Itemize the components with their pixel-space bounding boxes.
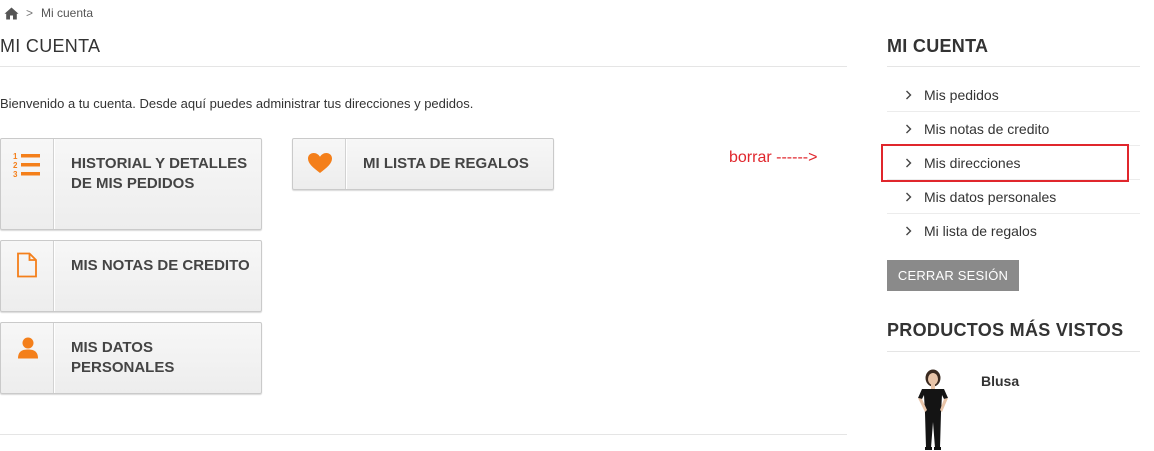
- order-history-label: HISTORIAL Y DETALLES DE MIS PEDIDOS: [71, 155, 248, 192]
- most-viewed-title: PRODUCTOS MÁS VISTOS: [887, 320, 1124, 340]
- chevron-right-icon: [906, 226, 912, 236]
- chevron-right-icon: [906, 90, 912, 99]
- ordered-list-icon: 1 2 3: [13, 152, 40, 178]
- sidebar-item-addresses[interactable]: Mis direcciones: [887, 146, 1140, 180]
- logout-button[interactable]: CERRAR SESIÓN: [887, 260, 1019, 291]
- page-title: MI CUENTA: [0, 36, 101, 56]
- bottom-divider: [0, 434, 847, 435]
- sidebar-item-credit-notes[interactable]: Mis notas de credito: [887, 112, 1140, 146]
- sidebar-menu: Mis pedidos Mis notas de credito Mis dir…: [887, 78, 1140, 248]
- gift-list-label: MI LISTA DE REGALOS: [363, 155, 529, 172]
- svg-text:1: 1: [13, 152, 18, 161]
- most-viewed-divider: [887, 351, 1140, 352]
- document-icon: [17, 252, 37, 278]
- delete-annotation: borrar ------>: [729, 149, 818, 166]
- personal-data-label: MIS DATOS PERSONALES: [71, 339, 175, 376]
- sidebar-title: MI CUENTA: [887, 36, 989, 56]
- account-main: MI CUENTA Bienvenido a tu cuenta. Desde …: [0, 0, 847, 451]
- credit-notes-label: MIS NOTAS DE CREDITO: [71, 257, 250, 274]
- account-sidebar: MI CUENTA Mis pedidos Mis notas de credi…: [887, 0, 1140, 451]
- sidebar-item-label: Mis notas de credito: [924, 120, 1050, 137]
- personal-data-button[interactable]: MIS DATOS PERSONALES: [0, 322, 262, 394]
- heart-icon: [308, 153, 332, 173]
- order-history-button[interactable]: 1 2 3 HISTORIAL Y DETALLES DE MIS PEDIDO…: [0, 138, 262, 230]
- gift-list-button[interactable]: MI LISTA DE REGALOS: [292, 138, 554, 190]
- chevron-right-icon: [906, 192, 912, 201]
- chevron-right-icon: [906, 124, 912, 133]
- credit-notes-button[interactable]: MIS NOTAS DE CREDITO: [0, 240, 262, 312]
- user-icon: [18, 337, 38, 359]
- sidebar-item-label: Mi lista de regalos: [924, 223, 1037, 239]
- sidebar-item-personal-data[interactable]: Mis datos personales: [887, 180, 1140, 214]
- sidebar-item-label: Mis direcciones: [924, 154, 1021, 171]
- sidebar-title-divider: [887, 66, 1140, 67]
- product-name[interactable]: Blusa: [981, 373, 1019, 389]
- sidebar-item-label: Mis pedidos: [924, 86, 999, 103]
- svg-text:2: 2: [13, 161, 18, 170]
- product-thumbnail[interactable]: [903, 368, 961, 451]
- sidebar-item-label: Mis datos personales: [924, 188, 1057, 205]
- chevron-right-icon: [906, 158, 912, 167]
- welcome-text: Bienvenido a tu cuenta. Desde aquí puede…: [0, 96, 474, 111]
- svg-text:3: 3: [13, 170, 18, 178]
- title-divider: [0, 66, 847, 67]
- sidebar-item-orders[interactable]: Mis pedidos: [887, 78, 1140, 112]
- sidebar-item-gift-list[interactable]: Mi lista de regalos: [887, 214, 1140, 248]
